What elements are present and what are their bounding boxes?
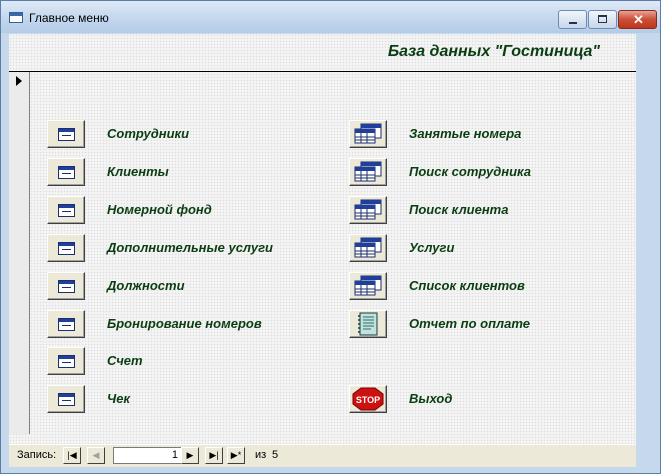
form-icon: [58, 355, 75, 368]
record-selector[interactable]: [9, 72, 30, 434]
menu-label: Список клиентов: [409, 278, 525, 293]
menu-item-find-client: Поиск клиента: [349, 196, 609, 224]
right-frame: [636, 34, 654, 466]
current-record-input[interactable]: 1: [113, 447, 183, 464]
form-icon: [58, 280, 75, 293]
menu-item-positions: Должности: [47, 272, 307, 300]
maximize-button[interactable]: [588, 10, 617, 29]
client-list-button[interactable]: [349, 272, 387, 300]
menu-item-client-list: Список клиентов: [349, 272, 609, 300]
extra-services-button[interactable]: [47, 234, 85, 262]
menu-item-occupied-rooms: Занятые номера: [349, 120, 609, 148]
form-icon: [58, 166, 75, 179]
close-icon: ✕: [633, 12, 644, 27]
table-icon: [354, 275, 382, 296]
find-employee-button[interactable]: [349, 158, 387, 186]
employees-button[interactable]: [47, 120, 85, 148]
menu-label: Бронирование номеров: [107, 316, 262, 331]
stop-icon: STOP: [352, 387, 384, 411]
menu-item-receipt: Чек: [47, 385, 307, 413]
menu-item-bookings: Бронирование номеров: [47, 310, 307, 338]
current-record-arrow-icon: [16, 76, 22, 86]
header-divider: [9, 71, 636, 72]
table-icon: [354, 199, 382, 220]
menu-item-room-stock: Номерной фонд: [47, 196, 307, 224]
menu-label: Должности: [107, 278, 185, 293]
menu-item-clients: Клиенты: [47, 158, 307, 186]
positions-button[interactable]: [47, 272, 85, 300]
room-stock-button[interactable]: [47, 196, 85, 224]
menu-item-invoice: Счет: [47, 347, 307, 375]
services-button[interactable]: [349, 234, 387, 262]
menu-item-exit: STOP Выход: [349, 385, 609, 413]
menu-label: Отчет по оплате: [409, 316, 530, 331]
exit-button[interactable]: STOP: [349, 385, 387, 413]
table-icon: [354, 237, 382, 258]
form-header: База данных "Гостиница": [9, 34, 636, 71]
form-icon: [58, 128, 75, 141]
menu-label: Поиск клиента: [409, 202, 509, 217]
maximize-icon: [598, 15, 607, 23]
previous-record-button[interactable]: ◀: [87, 447, 105, 464]
access-window: Главное меню ✕ База данных "Гостиница" С…: [0, 0, 661, 474]
menu-item-payment-report: Отчет по оплате: [349, 310, 609, 338]
form-body: База данных "Гостиница" Сотрудники Клиен…: [9, 34, 636, 466]
occupied-rooms-button[interactable]: [349, 120, 387, 148]
report-icon: [358, 312, 378, 336]
form-icon: [58, 318, 75, 331]
close-button[interactable]: ✕: [618, 10, 657, 29]
payment-report-button[interactable]: [349, 310, 387, 338]
menu-item-find-employee: Поиск сотрудника: [349, 158, 609, 186]
menu-label: Счет: [107, 353, 143, 368]
menu-label: Чек: [107, 391, 131, 406]
title-bar[interactable]: Главное меню ✕: [1, 1, 660, 33]
first-record-button[interactable]: |◀: [63, 447, 81, 464]
minimize-icon: [569, 22, 577, 24]
menu-item-employees: Сотрудники: [47, 120, 307, 148]
record-of-label: из: [255, 449, 267, 461]
record-total: 5: [272, 449, 279, 461]
menu-label: Выход: [409, 391, 453, 406]
record-navigation-bar: Запись: |◀ ◀ 1 ▶ ▶| ▶* из 5: [9, 444, 636, 467]
bookings-button[interactable]: [47, 310, 85, 338]
record-label: Запись:: [17, 449, 57, 461]
menu-label: Занятые номера: [409, 126, 522, 141]
last-record-button[interactable]: ▶|: [205, 447, 223, 464]
minimize-button[interactable]: [558, 10, 587, 29]
clients-button[interactable]: [47, 158, 85, 186]
form-icon: [58, 242, 75, 255]
menu-label: Клиенты: [107, 164, 169, 179]
menu-label: Дополнительные услуги: [107, 240, 273, 255]
invoice-button[interactable]: [47, 347, 85, 375]
form-icon: [58, 393, 75, 406]
table-icon: [354, 161, 382, 182]
find-client-button[interactable]: [349, 196, 387, 224]
stop-icon-text: STOP: [356, 395, 380, 405]
menu-label: Услуги: [409, 240, 455, 255]
form-icon: [58, 204, 75, 217]
form-window-icon: [9, 12, 23, 23]
menu-label: Номерной фонд: [107, 202, 212, 217]
menu-label: Сотрудники: [107, 126, 190, 141]
new-record-button[interactable]: ▶*: [227, 447, 245, 464]
menu-item-services: Услуги: [349, 234, 609, 262]
next-record-button[interactable]: ▶: [181, 447, 199, 464]
database-title: База данных "Гостиница": [387, 43, 600, 60]
table-icon: [354, 123, 382, 144]
window-title: Главное меню: [29, 11, 109, 25]
menu-item-extra-services: Дополнительные услуги: [47, 234, 307, 262]
menu-label: Поиск сотрудника: [409, 164, 532, 179]
receipt-button[interactable]: [47, 385, 85, 413]
